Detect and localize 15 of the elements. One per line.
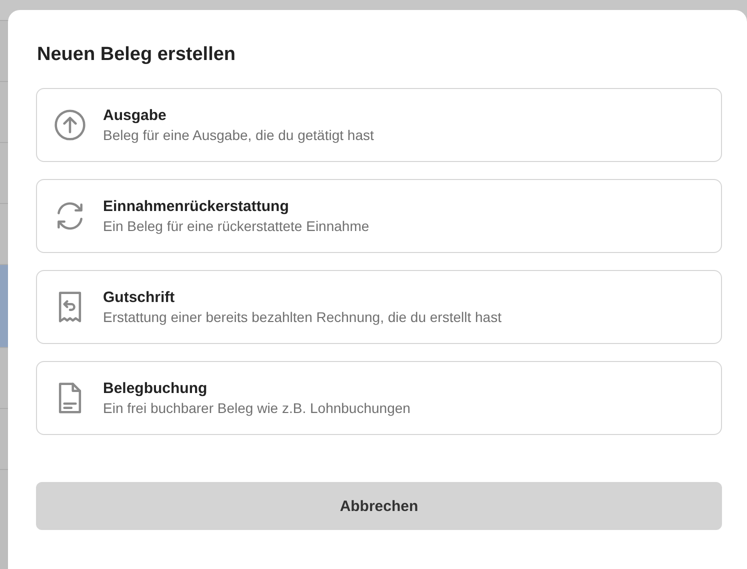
option-card[interactable]: Gutschrift Erstattung einer bereits bezahlten Rechnung, die du erstellt hast (36, 270, 722, 344)
option-description: Erstattung einer bereits bezahlten Rechnung, die du erstellt hast (103, 309, 502, 325)
option-description: Ein Beleg für eine rückerstattete Einnahme (103, 218, 370, 234)
option-title: Belegbuchung (103, 380, 208, 397)
option-card[interactable]: Ausgabe Beleg für eine Ausgabe, die du getätigt hast (36, 88, 722, 162)
option-title: Gutschrift (103, 289, 176, 306)
option-title: Ausgabe (103, 107, 168, 124)
arrow-up-circle-icon (53, 108, 87, 142)
option-card[interactable]: Belegbuchung Ein frei buchbarer Beleg wie z.B. Lohnbuchungen (36, 361, 722, 435)
cancel-button[interactable]: Abbrechen (36, 482, 722, 530)
dialog-title: Neuen Beleg erstellen (37, 44, 237, 66)
option-card[interactable]: Einnahmenrückerstattung Ein Beleg für eine rückerstattete Einnahme (36, 179, 722, 253)
option-description: Beleg für eine Ausgabe, die du getätigt hast (103, 127, 374, 143)
option-title: Einnahmenrückerstattung (103, 198, 290, 215)
option-description: Ein frei buchbarer Beleg wie z.B. Lohnbuchungen (103, 400, 410, 416)
